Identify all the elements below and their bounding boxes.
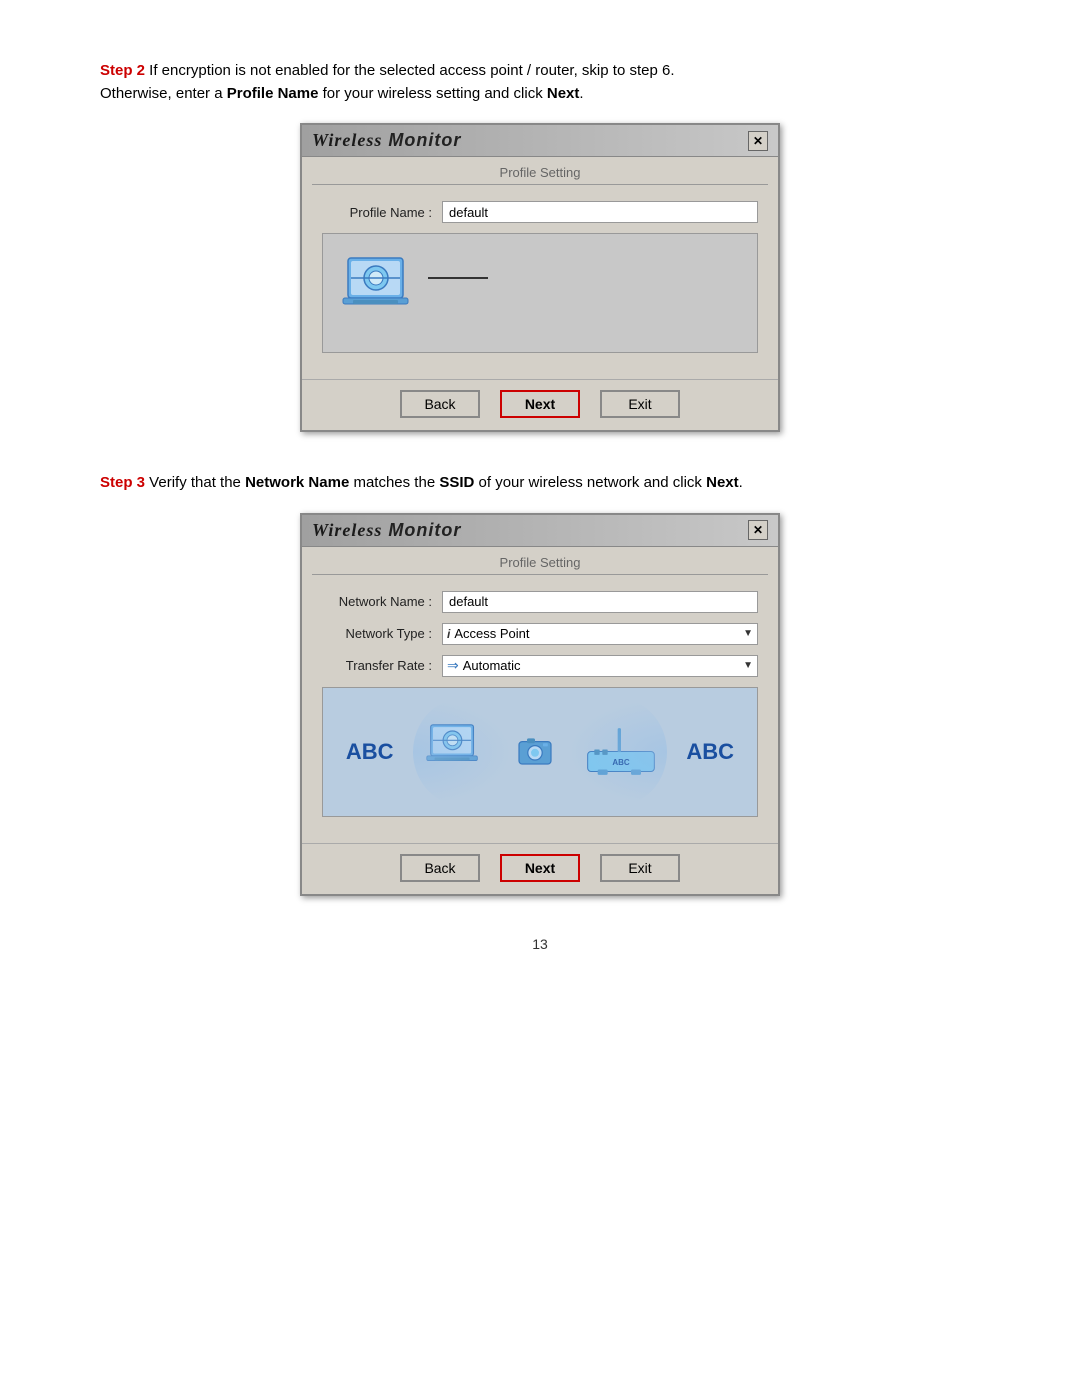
network-type-text: Access Point: [454, 626, 529, 641]
dialog2-transferrate-label: Transfer Rate :: [322, 658, 442, 673]
dialog1-body: Profile Name :: [302, 185, 778, 379]
step3-text: Step 3 Verify that the Network Name matc…: [100, 472, 980, 495]
wave-left-decoration: [413, 698, 513, 806]
step2-bold1: Profile Name: [227, 85, 319, 102]
transfer-rate-icon: ⇒: [447, 657, 459, 674]
dialog1-titlebar: Wireless Monitor ✕: [302, 125, 778, 157]
dialog2-networkname-label: Network Name :: [322, 594, 442, 609]
dialog2-back-button[interactable]: Back: [400, 854, 480, 882]
step3-label: Step 3: [100, 474, 145, 491]
step3-bold3: Next: [706, 474, 739, 491]
dialog2-body: Network Name : Network Type : i Access P…: [302, 575, 778, 843]
step2-text2: Otherwise, enter a: [100, 85, 227, 102]
dialog1-exit-button[interactable]: Exit: [600, 390, 680, 418]
transfer-rate-arrow-icon: ▼: [743, 660, 753, 671]
dialog2-title: Wireless Monitor: [312, 520, 461, 541]
dialog1-next-button[interactable]: Next: [500, 390, 580, 418]
laptop-icon: [333, 248, 423, 338]
network-type-icon: i: [447, 627, 450, 641]
step2-text4: .: [579, 85, 583, 102]
dialog1-close-button[interactable]: ✕: [748, 131, 768, 151]
step2-bold2: Next: [547, 85, 580, 102]
network-diagram: ABC: [333, 698, 747, 806]
dialog2-image-area: ABC: [322, 687, 758, 817]
step2-text3: for your wireless setting and click: [318, 85, 546, 102]
dialog2-networktype-value: i Access Point: [447, 626, 530, 641]
dialog2-transferrate-row: Transfer Rate : ⇒ Automatic ▼: [322, 655, 758, 677]
page-number: 13: [100, 936, 980, 952]
dialog2-networkname-input[interactable]: [442, 591, 758, 613]
dialog2-networkname-row: Network Name :: [322, 591, 758, 613]
dialog1-profile-label: Profile Name :: [322, 205, 442, 220]
step2-text: Step 2 If encryption is not enabled for …: [100, 60, 980, 105]
dialog2-exit-button[interactable]: Exit: [600, 854, 680, 882]
step3-text3: of your wireless network and click: [474, 474, 706, 491]
dialog1-title: Wireless Monitor: [312, 130, 461, 151]
transfer-rate-text: Automatic: [463, 658, 521, 673]
dialog1-subtitle: Profile Setting: [312, 157, 768, 185]
step2-label: Step 2: [100, 62, 145, 79]
step2-text1: If encryption is not enabled for the sel…: [145, 62, 674, 79]
camera-icon-network: [515, 732, 555, 772]
dialog2-close-button[interactable]: ✕: [748, 520, 768, 540]
dialog2-networktype-label: Network Type :: [322, 626, 442, 641]
step3-bold2: SSID: [439, 474, 474, 491]
dialog2-footer: Back Next Exit: [302, 843, 778, 894]
step3-text4: .: [739, 474, 743, 491]
dialog2-networktype-select[interactable]: i Access Point ▼: [442, 623, 758, 645]
abc-label-right: ABC: [686, 739, 734, 765]
connection-line: [428, 277, 488, 279]
dialog2-networktype-row: Network Type : i Access Point ▼: [322, 623, 758, 645]
dialog2: Wireless Monitor ✕ Profile Setting Netwo…: [300, 513, 780, 896]
dialog2-subtitle: Profile Setting: [312, 547, 768, 575]
dialog1-footer: Back Next Exit: [302, 379, 778, 430]
dialog2-transferrate-select[interactable]: ⇒ Automatic ▼: [442, 655, 758, 677]
dialog1: Wireless Monitor ✕ Profile Setting Profi…: [300, 123, 780, 432]
step3-text1: Verify that the: [145, 474, 245, 491]
dialog1-image-area: [322, 233, 758, 353]
step3-text2: matches the: [349, 474, 439, 491]
dialog2-titlebar: Wireless Monitor ✕: [302, 515, 778, 547]
step3-bold1: Network Name: [245, 474, 349, 491]
network-type-arrow-icon: ▼: [743, 628, 753, 639]
dialog2-next-button[interactable]: Next: [500, 854, 580, 882]
abc-label-left: ABC: [346, 739, 394, 765]
dialog2-transferrate-value: ⇒ Automatic: [447, 657, 521, 674]
wave-right-decoration: [567, 698, 667, 806]
dialog1-back-button[interactable]: Back: [400, 390, 480, 418]
dialog1-profile-row: Profile Name :: [322, 201, 758, 223]
dialog1-profile-input[interactable]: [442, 201, 758, 223]
